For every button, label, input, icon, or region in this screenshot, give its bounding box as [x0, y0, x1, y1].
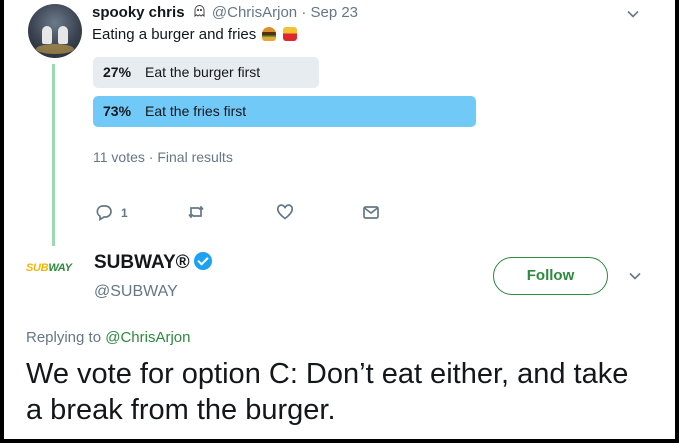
chevron-down-icon[interactable] [625, 6, 641, 22]
author-handle[interactable]: @ChrisArjon [212, 4, 297, 21]
burger-emoji [262, 27, 277, 41]
replying-to-link[interactable]: @ChrisArjon [105, 329, 190, 346]
verified-badge-icon [193, 252, 212, 270]
author-name[interactable]: SUBWAY® [94, 252, 190, 273]
retweet-button[interactable] [187, 203, 205, 224]
poll-votes: 11 votes [93, 149, 145, 165]
author-handle[interactable]: @SUBWAY [94, 283, 178, 301]
author-name[interactable]: spooky chris [92, 4, 185, 21]
fries-emoji [282, 27, 297, 41]
poll-percent: 27% [103, 64, 132, 80]
retweet-icon [187, 205, 205, 224]
tweet-text: Eating a burger and fries [92, 26, 297, 43]
reply-button[interactable]: 1 [95, 203, 128, 224]
poll-meta: 11 votes · Final results [93, 149, 233, 165]
poll-percent: 73% [103, 103, 132, 119]
poll-option-label: Eat the burger first [145, 64, 261, 80]
avatar[interactable] [28, 4, 82, 58]
date-separator: · [301, 4, 307, 21]
reply-author: SUBWAY® [94, 252, 212, 274]
tweet-frame: spooky chris @ChrisArjon · Sep 23 Eating… [4, 0, 675, 439]
chevron-down-icon[interactable] [627, 268, 643, 284]
message-icon [362, 206, 380, 224]
poll-option-label: Eat the fries first [145, 103, 247, 119]
direct-message-button[interactable] [362, 203, 380, 224]
poll-option: 73% Eat the fries first [103, 103, 246, 119]
poll-meta-separator: · [148, 149, 154, 165]
reply-text: We vote for option C: Don’t eat either, … [26, 358, 629, 426]
reply-count: 1 [121, 206, 128, 220]
tweet-date[interactable]: Sep 23 [310, 4, 358, 21]
follow-button[interactable]: Follow [493, 257, 608, 295]
like-button[interactable] [276, 203, 294, 224]
poll-option: 27% Eat the burger first [103, 64, 260, 80]
ghost-icon [193, 4, 206, 21]
reply-icon [95, 205, 113, 224]
poll-status: Final results [157, 149, 233, 165]
subway-logo[interactable]: SUBWAY [26, 262, 80, 286]
like-icon [276, 204, 294, 224]
thread-line [52, 64, 55, 246]
replying-to: Replying to @ChrisArjon [26, 329, 191, 346]
tweet-header: spooky chris @ChrisArjon · Sep 23 [92, 4, 358, 21]
